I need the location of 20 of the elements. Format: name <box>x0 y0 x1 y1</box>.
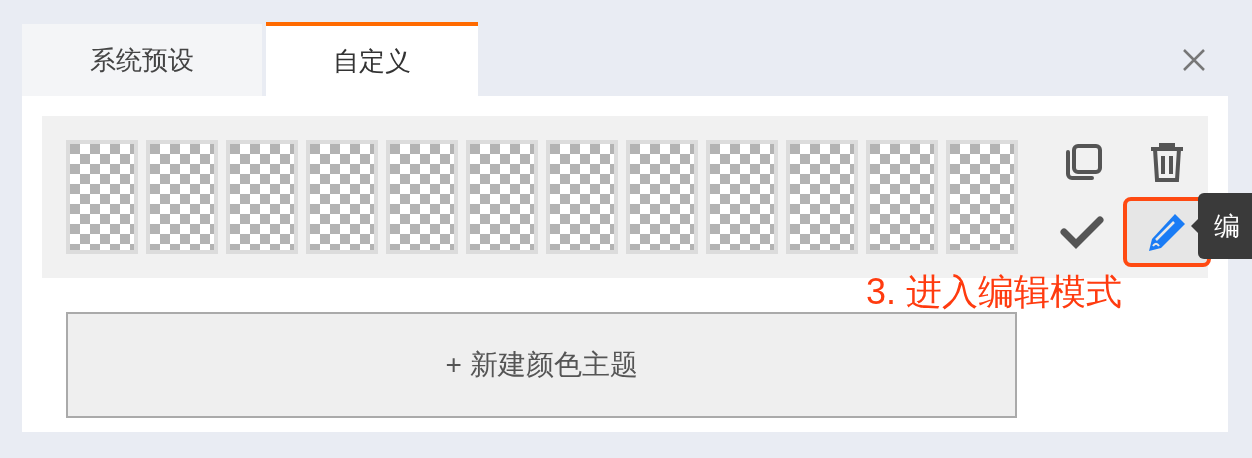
transparent-swatch[interactable] <box>146 140 218 254</box>
transparent-swatch[interactable] <box>66 140 138 254</box>
tab[interactable]: 系统预设 <box>22 24 262 96</box>
check-icon[interactable] <box>1060 215 1104 249</box>
transparent-swatch[interactable] <box>306 140 378 254</box>
transparent-swatch[interactable] <box>626 140 698 254</box>
transparent-swatch[interactable] <box>466 140 538 254</box>
transparent-swatch[interactable] <box>386 140 458 254</box>
new-theme-button[interactable]: + 新建颜色主题 <box>66 312 1017 418</box>
transparent-swatch[interactable] <box>226 140 298 254</box>
tab[interactable]: 自定义 <box>266 22 478 96</box>
tooltip-arrow-icon <box>1191 218 1199 234</box>
transparent-swatch[interactable] <box>866 140 938 254</box>
annotation-text: 3. 进入编辑模式 <box>866 274 1123 310</box>
transparent-swatch[interactable] <box>946 140 1018 254</box>
close-icon[interactable] <box>1182 48 1206 72</box>
transparent-swatch[interactable] <box>786 140 858 254</box>
transparent-swatch[interactable] <box>546 140 618 254</box>
tooltip: 编 <box>1198 193 1252 259</box>
transparent-swatch[interactable] <box>706 140 778 254</box>
